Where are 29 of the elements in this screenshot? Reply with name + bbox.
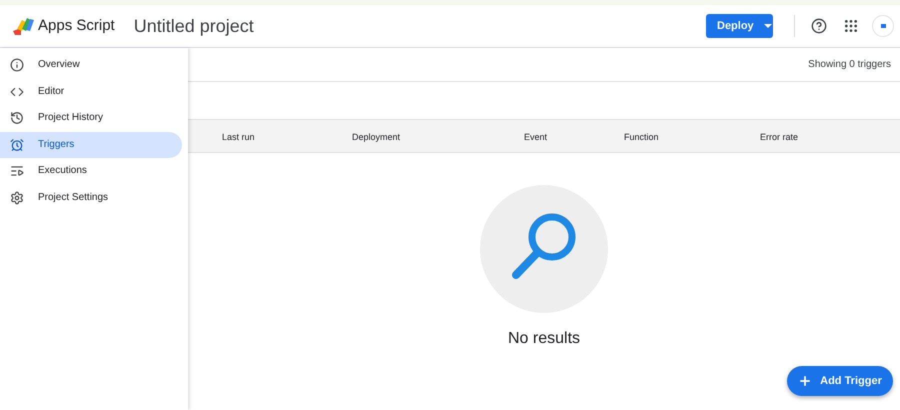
add-trigger-button[interactable]: Add Trigger — [787, 366, 893, 396]
sidebar-item[interactable]: Triggers — [0, 132, 182, 158]
trigger-count: Showing 0 triggers — [808, 58, 891, 72]
help-icon[interactable] — [811, 18, 827, 34]
column-header: Last run — [222, 132, 255, 142]
deploy-button[interactable]: Deploy — [706, 14, 773, 38]
history-icon — [10, 111, 24, 126]
sidebar-item[interactable]: Overview — [0, 52, 182, 78]
column-header: Event — [524, 132, 548, 142]
apps-grid-icon[interactable] — [843, 18, 859, 34]
list-icon — [10, 164, 24, 178]
logo-icon — [12, 16, 34, 36]
sidebar-item[interactable]: Executions — [0, 158, 182, 184]
magnifier-icon — [480, 185, 608, 313]
caret-icon — [764, 24, 772, 28]
project-title[interactable]: Untitled project — [134, 12, 254, 40]
sidebar-item[interactable]: Editor — [0, 78, 182, 105]
settings-icon — [10, 190, 24, 205]
plus-icon — [798, 374, 812, 388]
column-header: Deployment — [352, 132, 400, 142]
info-icon — [10, 58, 24, 72]
sidebar-item[interactable]: Project History — [0, 105, 182, 132]
avatar-icon[interactable] — [872, 15, 894, 37]
column-header: Function — [624, 132, 659, 142]
column-header: Error rate — [760, 132, 798, 142]
alarm-clock-icon — [10, 138, 24, 152]
empty-title: No results — [508, 329, 580, 349]
app-name: Apps Script — [38, 16, 115, 36]
sidebar-item[interactable]: Project Settings — [0, 184, 182, 211]
